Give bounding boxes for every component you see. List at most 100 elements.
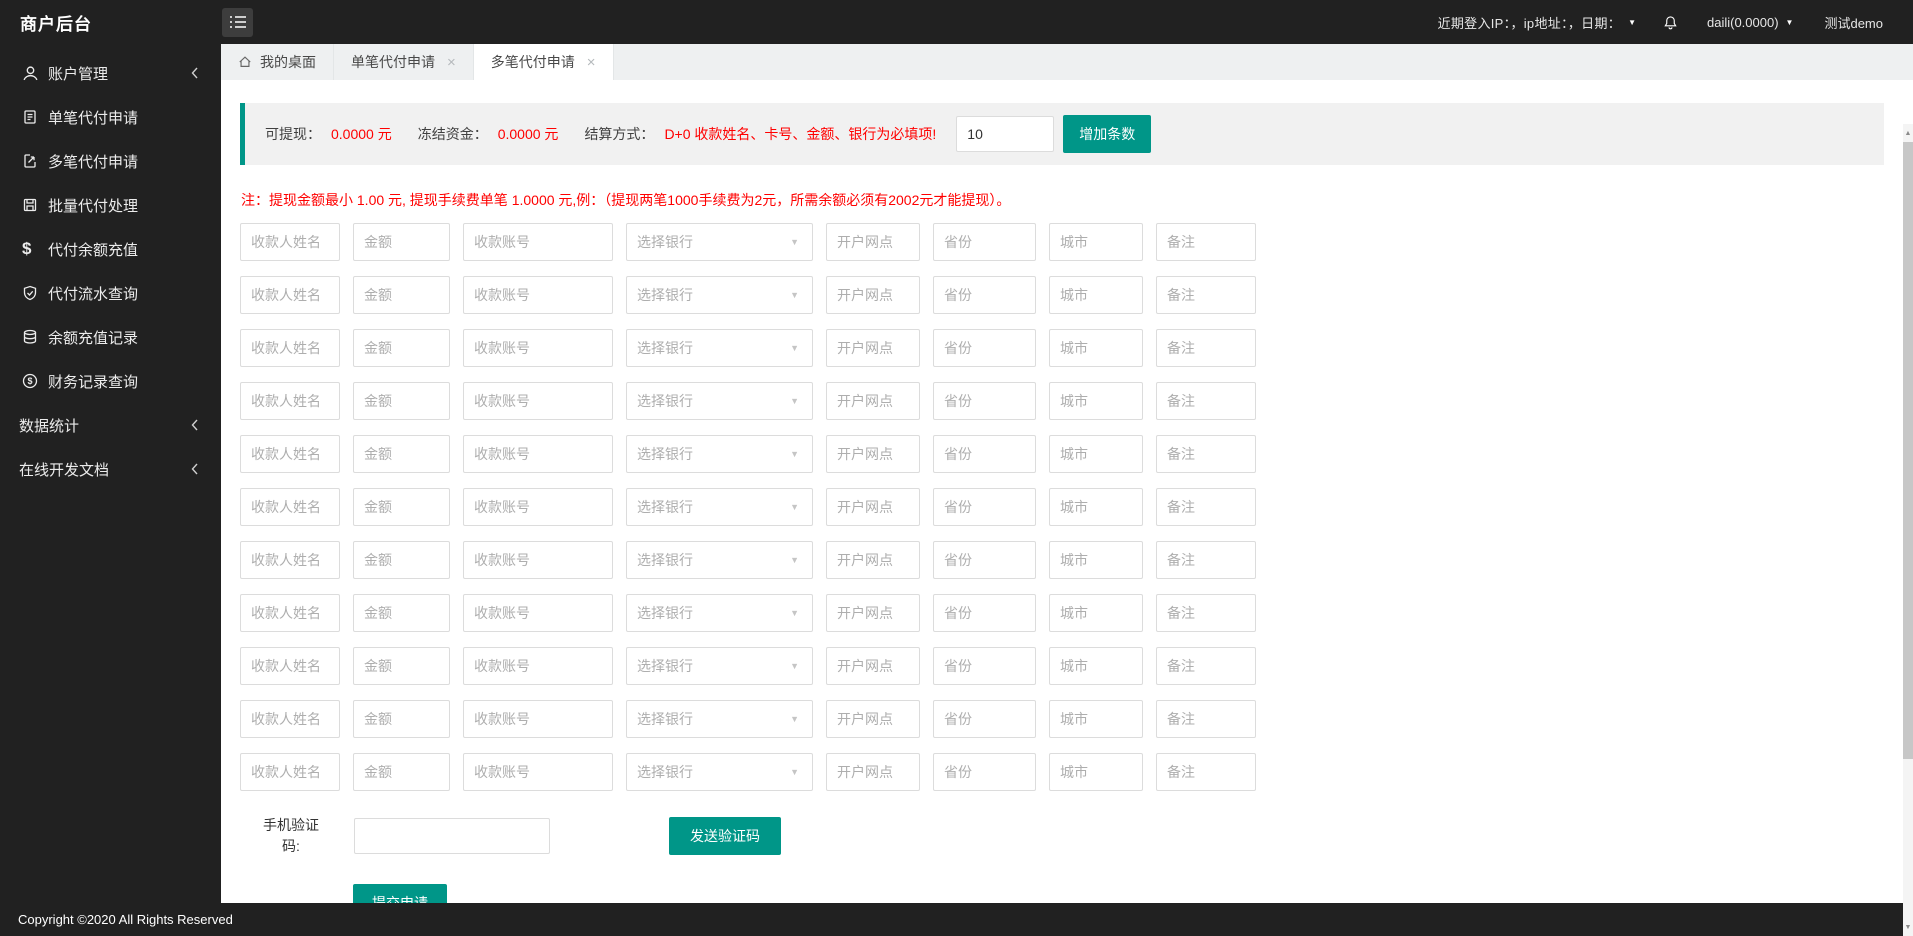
payee-name-input[interactable] (240, 488, 340, 526)
city-input[interactable] (1049, 753, 1143, 791)
tab-single-payment-request[interactable]: 单笔代付申请 × (334, 44, 474, 80)
branch-input[interactable] (826, 276, 920, 314)
bank-select[interactable]: 选择银行 ▼ (626, 435, 813, 473)
sidebar-item-balance-recharge-records[interactable]: 余额充值记录 (0, 315, 221, 359)
amount-input[interactable] (353, 223, 450, 261)
sidebar-item-batch-payment-process[interactable]: 批量代付处理 (0, 183, 221, 227)
payee-name-input[interactable] (240, 594, 340, 632)
branch-input[interactable] (826, 488, 920, 526)
bank-select[interactable]: 选择银行 ▼ (626, 753, 813, 791)
remark-input[interactable] (1156, 276, 1256, 314)
branch-input[interactable] (826, 435, 920, 473)
tab-my-desktop[interactable]: 我的桌面 (221, 44, 334, 80)
sidebar-item-payment-flow-query[interactable]: 代付流水查询 (0, 271, 221, 315)
province-input[interactable] (933, 435, 1036, 473)
sidebar-item-finance-records-query[interactable]: $ 财务记录查询 (0, 359, 221, 403)
account-input[interactable] (463, 276, 613, 314)
payee-name-input[interactable] (240, 329, 340, 367)
branch-input[interactable] (826, 753, 920, 791)
bank-select[interactable]: 选择银行 ▼ (626, 700, 813, 738)
bank-select[interactable]: 选择银行 ▼ (626, 276, 813, 314)
close-icon[interactable]: × (447, 55, 456, 70)
amount-input[interactable] (353, 435, 450, 473)
remark-input[interactable] (1156, 700, 1256, 738)
bank-select[interactable]: 选择银行 ▼ (626, 541, 813, 579)
account-input[interactable] (463, 700, 613, 738)
city-input[interactable] (1049, 594, 1143, 632)
amount-input[interactable] (353, 329, 450, 367)
notification-bell-icon[interactable] (1663, 15, 1678, 30)
bank-select[interactable]: 选择银行 ▼ (626, 647, 813, 685)
city-input[interactable] (1049, 382, 1143, 420)
row-count-input[interactable] (956, 116, 1055, 152)
city-input[interactable] (1049, 435, 1143, 473)
province-input[interactable] (933, 488, 1036, 526)
account-input[interactable] (463, 329, 613, 367)
bank-select[interactable]: 选择银行 ▼ (626, 329, 813, 367)
payee-name-input[interactable] (240, 647, 340, 685)
account-input[interactable] (463, 223, 613, 261)
province-input[interactable] (933, 647, 1036, 685)
province-input[interactable] (933, 382, 1036, 420)
add-rows-button[interactable]: 增加条数 (1063, 115, 1152, 153)
branch-input[interactable] (826, 329, 920, 367)
account-input[interactable] (463, 488, 613, 526)
branch-input[interactable] (826, 223, 920, 261)
chevron-down-icon[interactable]: ▼ (1628, 18, 1636, 27)
close-icon[interactable]: × (587, 55, 596, 70)
scroll-down-icon[interactable]: ▼ (1903, 920, 1913, 934)
sidebar-item-multi-payment-request[interactable]: 多笔代付申请 (0, 139, 221, 183)
account-input[interactable] (463, 541, 613, 579)
branch-input[interactable] (826, 541, 920, 579)
payee-name-input[interactable] (240, 753, 340, 791)
payee-name-input[interactable] (240, 541, 340, 579)
city-input[interactable] (1049, 329, 1143, 367)
province-input[interactable] (933, 276, 1036, 314)
sidebar-item-account-management[interactable]: 账户管理 (0, 51, 221, 95)
remark-input[interactable] (1156, 382, 1256, 420)
bank-select[interactable]: 选择银行 ▼ (626, 382, 813, 420)
province-input[interactable] (933, 223, 1036, 261)
amount-input[interactable] (353, 276, 450, 314)
province-input[interactable] (933, 700, 1036, 738)
bank-select[interactable]: 选择银行 ▼ (626, 223, 813, 261)
account-input[interactable] (463, 753, 613, 791)
remark-input[interactable] (1156, 594, 1256, 632)
payee-name-input[interactable] (240, 700, 340, 738)
city-input[interactable] (1049, 647, 1143, 685)
user-dropdown[interactable]: daili(0.0000) ▼ (1707, 15, 1793, 30)
account-input[interactable] (463, 382, 613, 420)
sidebar-item-payment-balance-recharge[interactable]: $ 代付余额充值 (0, 227, 221, 271)
tab-multi-payment-request[interactable]: 多笔代付申请 × (473, 44, 614, 80)
scrollbar[interactable]: ▲ ▼ (1903, 124, 1913, 936)
sidebar-item-single-payment-request[interactable]: 单笔代付申请 (0, 95, 221, 139)
payee-name-input[interactable] (240, 382, 340, 420)
city-input[interactable] (1049, 276, 1143, 314)
city-input[interactable] (1049, 700, 1143, 738)
amount-input[interactable] (353, 488, 450, 526)
amount-input[interactable] (353, 700, 450, 738)
remark-input[interactable] (1156, 488, 1256, 526)
amount-input[interactable] (353, 594, 450, 632)
amount-input[interactable] (353, 382, 450, 420)
bank-select[interactable]: 选择银行 ▼ (626, 594, 813, 632)
remark-input[interactable] (1156, 435, 1256, 473)
amount-input[interactable] (353, 647, 450, 685)
remark-input[interactable] (1156, 647, 1256, 685)
account-input[interactable] (463, 594, 613, 632)
branch-input[interactable] (826, 647, 920, 685)
branch-input[interactable] (826, 594, 920, 632)
city-input[interactable] (1049, 488, 1143, 526)
province-input[interactable] (933, 594, 1036, 632)
remark-input[interactable] (1156, 329, 1256, 367)
send-code-button[interactable]: 发送验证码 (669, 817, 781, 855)
remark-input[interactable] (1156, 223, 1256, 261)
city-input[interactable] (1049, 223, 1143, 261)
branch-input[interactable] (826, 382, 920, 420)
scroll-up-icon[interactable]: ▲ (1903, 126, 1913, 140)
remark-input[interactable] (1156, 541, 1256, 579)
remark-input[interactable] (1156, 753, 1256, 791)
payee-name-input[interactable] (240, 276, 340, 314)
branch-input[interactable] (826, 700, 920, 738)
sidebar-toggle-button[interactable] (222, 7, 253, 37)
